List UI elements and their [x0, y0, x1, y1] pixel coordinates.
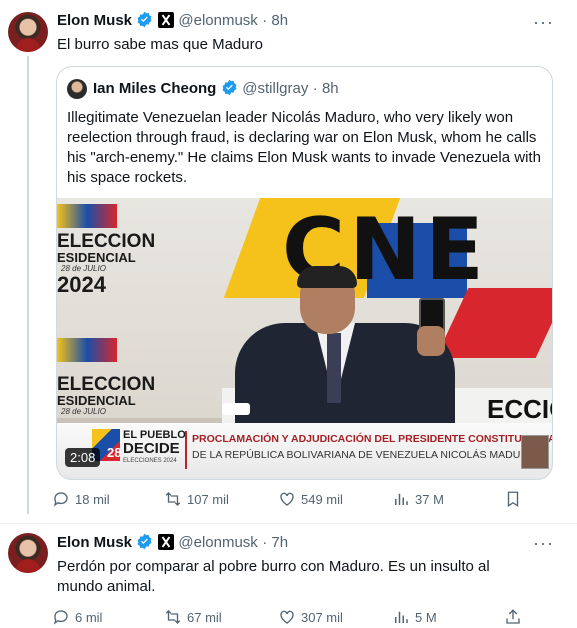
views-button-2[interactable]: 5 M	[392, 608, 437, 626]
avatar[interactable]	[8, 12, 48, 52]
bg-residencial-top: ESIDENCIAL	[57, 250, 136, 265]
reply-count: 18 mil	[75, 491, 110, 507]
tweet-header-2: Elon Musk @elonmusk · 7h	[57, 533, 288, 552]
quote-tweet-card[interactable]: Ian Miles Cheong @stillgray · 8h Illegit…	[56, 66, 553, 480]
repost-icon	[165, 492, 181, 506]
repost-count: 107 mil	[187, 491, 229, 507]
tweet-actions: 18 mil 107 mil 549 mil 37 M	[52, 490, 532, 510]
heart-icon	[280, 492, 294, 506]
verified-badge-icon	[222, 79, 237, 96]
speaker-hair	[297, 266, 357, 288]
like-count: 549 mil	[301, 491, 343, 507]
author-name-2[interactable]: Elon Musk	[57, 534, 132, 551]
portrait-thumbnail	[521, 435, 549, 469]
speaker-tie	[327, 333, 341, 403]
author-name[interactable]: Elon Musk	[57, 12, 132, 29]
author-handle-2[interactable]: @elonmusk	[178, 534, 257, 551]
bg-residencial-bottom: ESIDENCIAL	[57, 393, 136, 408]
views-count: 37 M	[415, 491, 444, 507]
reply-button[interactable]: 18 mil	[52, 490, 110, 508]
quote-text: Illegitimate Venezuelan leader Nicolás M…	[67, 109, 541, 186]
repost-button-2[interactable]: 67 mil	[164, 608, 222, 626]
tweet-header: Elon Musk @elonmusk · 8h	[57, 11, 288, 30]
bg-eccio-text: ECCIO	[487, 394, 552, 424]
thread-line	[27, 56, 29, 514]
timestamp-2[interactable]: · 7h	[262, 534, 288, 551]
tweet-text-2: Perdón por comparar al pobre burro con M…	[57, 558, 490, 595]
x-affiliate-icon	[157, 12, 174, 28]
timestamp[interactable]: · 8h	[262, 12, 288, 29]
video-duration: 2:08	[65, 448, 101, 467]
bookmark-icon	[507, 491, 519, 508]
reply-icon	[53, 492, 68, 507]
bg-eleccion-top: ELECCION	[57, 231, 156, 252]
bookmark-button[interactable]	[504, 490, 522, 508]
banner-line2: DE LA REPÚBLICA BOLIVARIANA DE VENEZUELA…	[192, 449, 537, 461]
reply-icon	[53, 610, 68, 625]
like-button[interactable]: 549 mil	[278, 490, 343, 508]
author-handle[interactable]: @elonmusk	[178, 12, 257, 29]
verified-badge-icon	[137, 533, 152, 550]
avatar-2[interactable]	[8, 533, 48, 573]
views-button[interactable]: 37 M	[392, 490, 444, 508]
tweet-divider	[0, 523, 577, 524]
logo-line2: DECIDE	[123, 440, 180, 457]
like-count-2: 307 mil	[301, 609, 343, 625]
bg-date-bottom: 28 de JULIO	[61, 407, 106, 416]
logo-number: 28	[107, 445, 122, 460]
quote-author-name: Ian Miles Cheong	[93, 80, 217, 97]
lower-third-divider	[185, 431, 187, 469]
more-options-icon[interactable]: ···	[533, 12, 554, 33]
reply-count-2: 6 mil	[75, 609, 103, 625]
more-options-icon-2[interactable]: ···	[533, 533, 554, 554]
like-button-2[interactable]: 307 mil	[278, 608, 343, 626]
tweet-actions-2: 6 mil 67 mil 307 mil 5 M	[52, 608, 532, 628]
share-icon	[506, 609, 520, 624]
banner-line1: PROCLAMACIÓN Y ADJUDICACIÓN DEL PRESIDEN…	[192, 433, 552, 445]
flag-stripe	[57, 204, 117, 228]
tweet-text: El burro sabe mas que Maduro	[57, 36, 263, 53]
verified-badge-icon	[137, 11, 152, 28]
repost-count-2: 67 mil	[187, 609, 222, 625]
speaker-hand	[417, 326, 445, 356]
logo-line3: ELECCIONES 2024	[123, 458, 177, 464]
reply-button-2[interactable]: 6 mil	[52, 608, 102, 626]
x-affiliate-icon	[157, 534, 174, 550]
quote-author-handle: @stillgray	[242, 80, 309, 97]
quote-timestamp: · 8h	[312, 80, 339, 97]
cup	[222, 403, 250, 415]
quote-header: Ian Miles Cheong @stillgray · 8h	[93, 79, 339, 98]
repost-button[interactable]: 107 mil	[164, 490, 229, 508]
video-player[interactable]: CNE ELECCION ESIDENCIAL 28 de JULIO 2024…	[57, 198, 552, 479]
repost-icon	[165, 610, 181, 624]
heart-icon	[280, 610, 294, 624]
views-icon	[395, 611, 408, 623]
flag-stripe-2	[57, 338, 117, 362]
views-count-2: 5 M	[415, 609, 437, 625]
views-icon	[395, 493, 408, 505]
share-button-2[interactable]	[504, 608, 522, 626]
bg-year: 2024	[57, 272, 106, 297]
quote-avatar	[67, 79, 87, 99]
